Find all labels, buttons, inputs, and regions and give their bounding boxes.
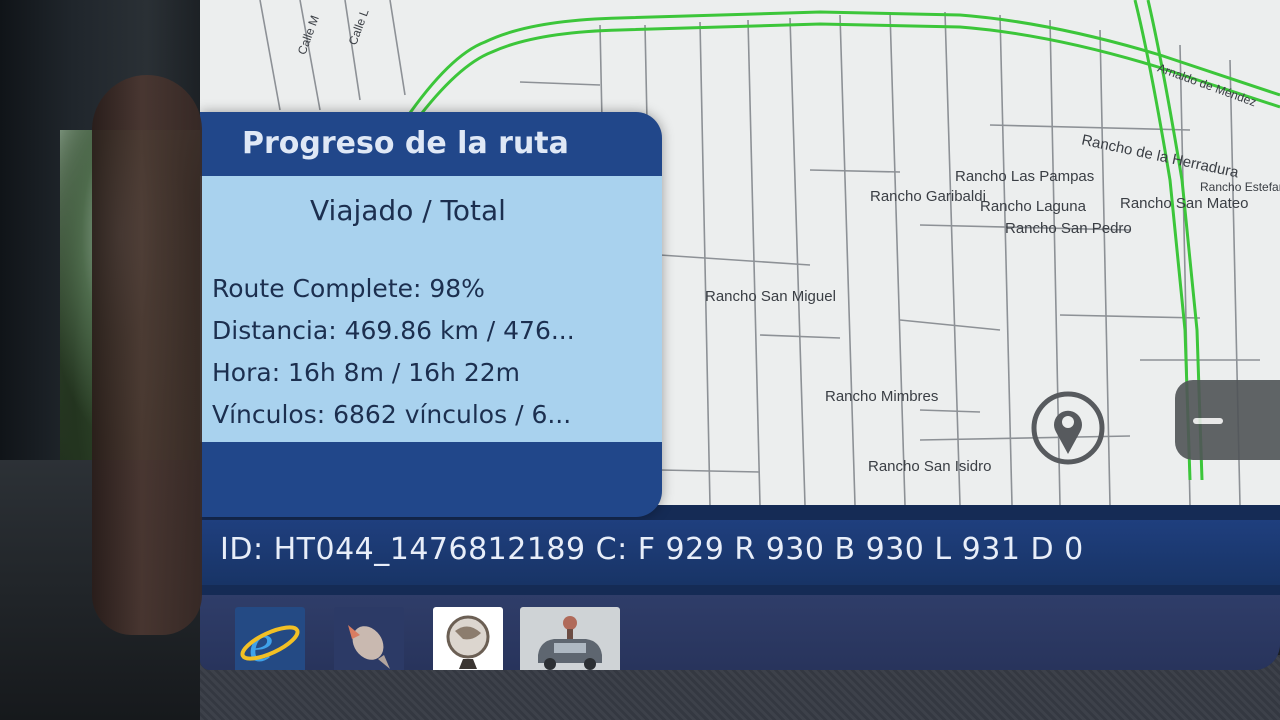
place-label: Rancho San Pedro (1005, 220, 1132, 237)
internet-explorer-icon[interactable]: e (235, 607, 305, 670)
panel-subtitle: Viajado / Total (310, 194, 506, 227)
place-label: Rancho San Miguel (705, 288, 836, 305)
location-pin-icon[interactable] (1030, 388, 1106, 468)
route-complete-line: Route Complete: 98% (212, 274, 485, 303)
place-label: Rancho Las Pampas (955, 168, 1095, 185)
finger-occlusion (92, 75, 202, 635)
time-line: Hora: 16h 8m / 16h 22m (212, 358, 521, 387)
place-label: Rancho Laguna (980, 198, 1086, 215)
fish-app-icon[interactable] (334, 607, 404, 670)
place-label: Rancho San Mateo (1120, 195, 1249, 212)
panel-title: Progreso de la ruta (242, 126, 569, 161)
car-navigation-icon[interactable] (520, 607, 620, 670)
globe-app-icon[interactable] (433, 607, 503, 670)
navigation-screen: Calle M Calle L Arnaldo de Méndez Rancho… (200, 0, 1280, 670)
taskbar: e (200, 595, 1280, 670)
place-label: Rancho Mimbres (825, 388, 939, 405)
place-label: Rancho Estefani (1200, 180, 1280, 194)
status-bar: ID: HT044_1476812189 C: F 929 R 930 B 93… (200, 520, 1280, 585)
distance-line: Distancia: 469.86 km / 476... (212, 316, 575, 345)
status-text: ID: HT044_1476812189 C: F 929 R 930 B 93… (220, 532, 1084, 567)
route-progress-panel: Progreso de la ruta Viajado / Total Rout… (200, 112, 662, 517)
place-label: Rancho Garibaldi (870, 188, 986, 205)
links-line: Vínculos: 6862 vínculos / 6... (212, 400, 572, 429)
panel-body: Viajado / Total Route Complete: 98% Dist… (200, 176, 662, 442)
place-label: Rancho San Isidro (868, 458, 992, 475)
zoom-out-button[interactable] (1175, 380, 1280, 460)
